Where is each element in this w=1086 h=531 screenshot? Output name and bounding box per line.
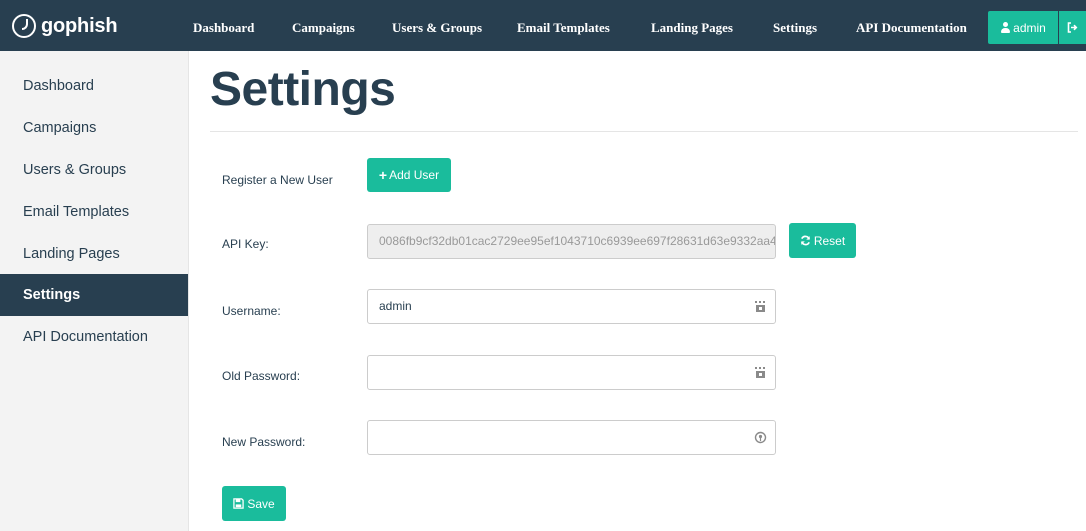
sidebar-item-settings[interactable]: Settings [0,274,188,316]
password-manager-icon [755,301,765,312]
sidebar: Dashboard Campaigns Users & Groups Email… [0,51,189,531]
nav-dashboard[interactable]: Dashboard [193,0,254,51]
reset-label: Reset [813,233,846,248]
user-icon [1000,22,1011,33]
sidebar-item-dashboard[interactable]: Dashboard [0,65,188,107]
username-value: admin [379,299,412,313]
sign-out-icon [1067,22,1078,33]
nav-campaigns[interactable]: Campaigns [292,0,355,51]
key-suggest-icon [754,431,767,444]
sidebar-item-campaigns[interactable]: Campaigns [0,107,188,149]
sidebar-item-landing-pages[interactable]: Landing Pages [0,233,188,275]
register-user-label: Register a New User [222,173,333,187]
save-button[interactable]: Save [222,486,286,521]
new-password-label: New Password: [222,435,306,449]
nav-users-groups[interactable]: Users & Groups [392,0,482,51]
brand-name: gophish [41,14,118,37]
title-divider [210,131,1078,132]
page-title: Settings [210,63,396,116]
reset-api-key-button[interactable]: Reset [789,223,856,258]
add-user-button[interactable]: + Add User [367,158,451,192]
old-password-input[interactable] [367,355,776,390]
password-manager-icon [755,367,765,378]
sidebar-item-users-groups[interactable]: Users & Groups [0,149,188,191]
sidebar-item-email-templates[interactable]: Email Templates [0,191,188,233]
floppy-disk-icon [233,498,245,509]
admin-user-label: admin [1013,20,1046,35]
api-key-value: 0086fb9cf32db01cac2729ee95ef1043710c6939… [379,234,776,248]
top-navbar: gophish Dashboard Campaigns Users & Grou… [0,0,1086,51]
new-password-input[interactable] [367,420,776,455]
add-user-label: Add User [389,168,440,182]
save-label: Save [247,496,275,511]
admin-user-button[interactable]: admin [988,11,1058,44]
refresh-icon [800,235,810,246]
sidebar-item-api-documentation[interactable]: API Documentation [0,316,188,358]
brand[interactable]: gophish [12,10,118,42]
logout-button[interactable] [1059,11,1086,44]
api-key-label: API Key: [222,237,269,251]
api-key-field[interactable]: 0086fb9cf32db01cac2729ee95ef1043710c6939… [367,224,776,259]
gophish-logo-icon [12,14,36,38]
username-input[interactable]: admin [367,289,776,324]
old-password-label: Old Password: [222,369,301,383]
nav-settings[interactable]: Settings [773,0,817,51]
nav-email-templates[interactable]: Email Templates [517,0,610,51]
username-label: Username: [222,304,281,318]
nav-api-documentation[interactable]: API Documentation [856,0,967,51]
nav-landing-pages[interactable]: Landing Pages [651,0,733,51]
plus-icon: + [378,167,388,183]
